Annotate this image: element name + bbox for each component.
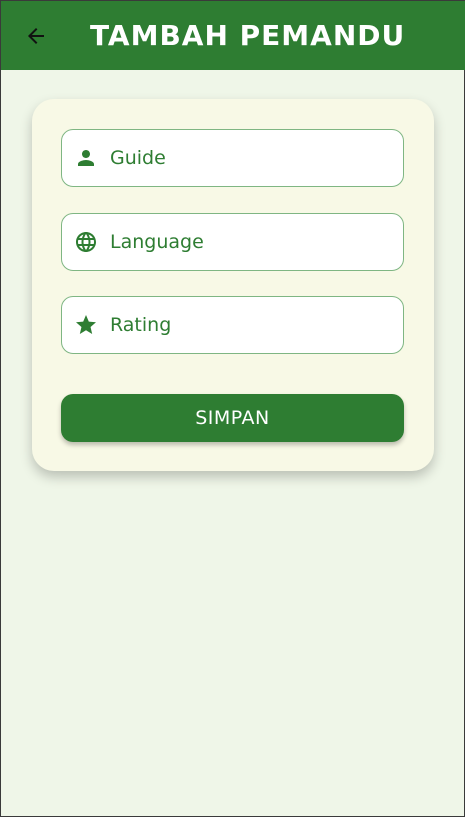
guide-input[interactable]	[110, 130, 390, 185]
save-button[interactable]: SIMPAN	[61, 394, 404, 442]
star-icon	[76, 315, 96, 334]
app-bar: TAMBAH PEMANDU	[1, 1, 465, 70]
rating-field[interactable]	[61, 296, 404, 354]
rating-input[interactable]	[110, 297, 390, 352]
person-icon	[78, 150, 94, 166]
language-field[interactable]	[61, 213, 404, 271]
globe-icon	[76, 232, 96, 252]
back-button[interactable]	[17, 17, 55, 55]
language-input[interactable]	[110, 214, 390, 269]
form-card: SIMPAN	[32, 99, 434, 471]
page-title: TAMBAH PEMANDU	[90, 19, 406, 52]
arrow-back-icon	[28, 28, 44, 44]
guide-field[interactable]	[61, 129, 404, 187]
